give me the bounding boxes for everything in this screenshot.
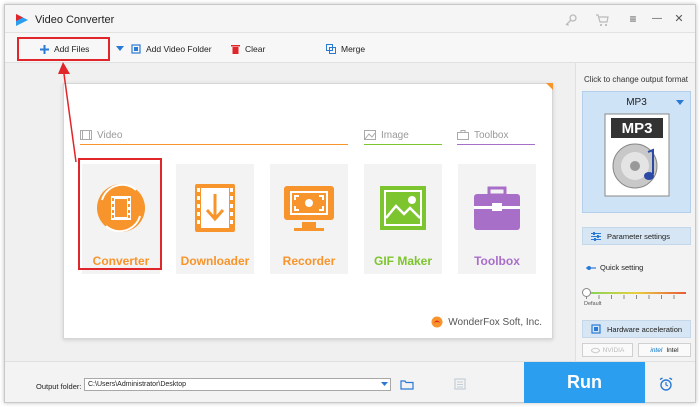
minimize-icon[interactable]: —: [648, 11, 666, 27]
section-video: Video: [80, 128, 122, 142]
hardware-acceleration-button[interactable]: Hardware acceleration: [582, 320, 691, 338]
section-image: Image: [364, 128, 409, 142]
converter-highlight: [78, 158, 162, 270]
downloader-label: Downloader: [180, 254, 250, 268]
sliders-icon: [591, 231, 601, 241]
output-format-panel: Click to change output format MP3 MP3 Pa: [575, 63, 695, 361]
section-toolbox-line: [457, 144, 535, 145]
feature-card: Video Image Toolbox Converter Downloader…: [63, 83, 553, 339]
merge-icon: [326, 44, 336, 54]
mp3-badge-text: MP3: [622, 120, 653, 137]
toolbox-icon: [474, 186, 520, 230]
toolbox-tile[interactable]: Toolbox: [458, 164, 536, 274]
film-icon: [80, 130, 92, 140]
gif-maker-tile[interactable]: GIF Maker: [364, 164, 442, 274]
recorder-tile[interactable]: Recorder: [270, 164, 348, 274]
folder-icon: [131, 44, 141, 54]
mp3-file-icon: MP3: [604, 113, 670, 197]
format-caption: Click to change output format: [583, 75, 689, 84]
close-icon[interactable]: ✕: [670, 11, 688, 27]
nvidia-icon: [590, 347, 600, 353]
format-name: MP3: [626, 97, 647, 108]
intel-option[interactable]: intel Intel: [638, 343, 691, 357]
brand-name: WonderFox Soft, Inc.: [448, 316, 542, 328]
chevron-down-icon[interactable]: [116, 46, 124, 52]
main-area: Video Image Toolbox Converter Downloader…: [5, 63, 575, 361]
section-video-label: Video: [97, 129, 123, 141]
menu-icon[interactable]: ≡: [624, 11, 642, 27]
merge-label: Merge: [341, 44, 366, 54]
section-image-line: [364, 144, 442, 145]
open-folder-icon[interactable]: [400, 379, 414, 390]
add-video-folder-button[interactable]: Add Video Folder: [131, 42, 212, 56]
gif-maker-label: GIF Maker: [373, 254, 433, 268]
merge-button[interactable]: Merge: [326, 42, 365, 56]
quality-slider-handle[interactable]: [582, 288, 591, 297]
nvidia-label: NVIDIA: [602, 346, 625, 354]
section-image-label: Image: [381, 129, 409, 141]
chip-icon: [591, 324, 601, 334]
slider-default-label: Default: [584, 301, 602, 307]
chevron-down-icon: [676, 100, 684, 105]
bottom-bar: Output folder: C:\Users\Administrator\De…: [5, 361, 695, 403]
alarm-clock-icon[interactable]: [658, 377, 674, 391]
nvidia-option[interactable]: NVIDIA: [582, 343, 633, 357]
add-files-highlight: [17, 37, 110, 61]
cart-icon[interactable]: [595, 13, 609, 27]
output-folder-field[interactable]: C:\Users\Administrator\Desktop: [84, 378, 391, 391]
quality-slider-track[interactable]: [586, 292, 686, 294]
section-video-line: [80, 144, 348, 145]
screen-record-icon: [284, 186, 334, 231]
quick-setting: Quick setting: [586, 263, 643, 272]
clear-label: Clear: [245, 44, 266, 54]
recorder-label: Recorder: [282, 254, 336, 268]
output-folder-dropdown[interactable]: [379, 379, 390, 390]
add-video-folder-label: Add Video Folder: [146, 44, 212, 54]
intel-logo-icon: intel: [650, 346, 663, 354]
title-bar: Video Converter ≡ — ✕: [5, 5, 695, 33]
clear-button[interactable]: Clear: [231, 42, 265, 56]
parameter-settings-label: Parameter settings: [607, 231, 670, 241]
file-list-icon[interactable]: [454, 378, 466, 390]
parameter-settings-button[interactable]: Parameter settings: [582, 227, 691, 245]
intel-label: Intel: [666, 346, 679, 354]
section-toolbox-label: Toolbox: [474, 129, 509, 141]
image-icon: [380, 186, 426, 230]
download-icon: [195, 184, 235, 232]
card-corner: [546, 83, 553, 90]
output-folder-label: Output folder:: [36, 382, 82, 391]
output-format-selector[interactable]: MP3 MP3: [582, 91, 691, 213]
toolbox-label: Toolbox: [474, 254, 520, 268]
app-window: Video Converter ≡ — ✕ Add Files Add Vide…: [4, 4, 696, 403]
chevron-down-icon: [381, 382, 388, 386]
app-logo-icon: [16, 14, 28, 26]
toolbar: Add Files Add Video Folder Clear Merge: [5, 33, 695, 63]
trash-icon: [231, 45, 240, 54]
section-toolbox: Toolbox: [457, 128, 508, 142]
app-title: Video Converter: [35, 14, 115, 26]
quick-setting-label: Quick setting: [600, 263, 644, 272]
quick-setting-icon: [586, 265, 596, 270]
key-icon[interactable]: [564, 13, 578, 27]
brand-footer: WonderFox Soft, Inc.: [431, 316, 542, 328]
quality-slider-ticks: [586, 295, 686, 299]
run-button[interactable]: Run: [524, 362, 645, 403]
downloader-tile[interactable]: Downloader: [176, 164, 254, 274]
picture-icon: [364, 130, 376, 140]
toolbox-small-icon: [457, 130, 469, 140]
hardware-acceleration-label: Hardware acceleration: [607, 324, 683, 334]
wonderfox-logo-icon: [431, 316, 443, 328]
